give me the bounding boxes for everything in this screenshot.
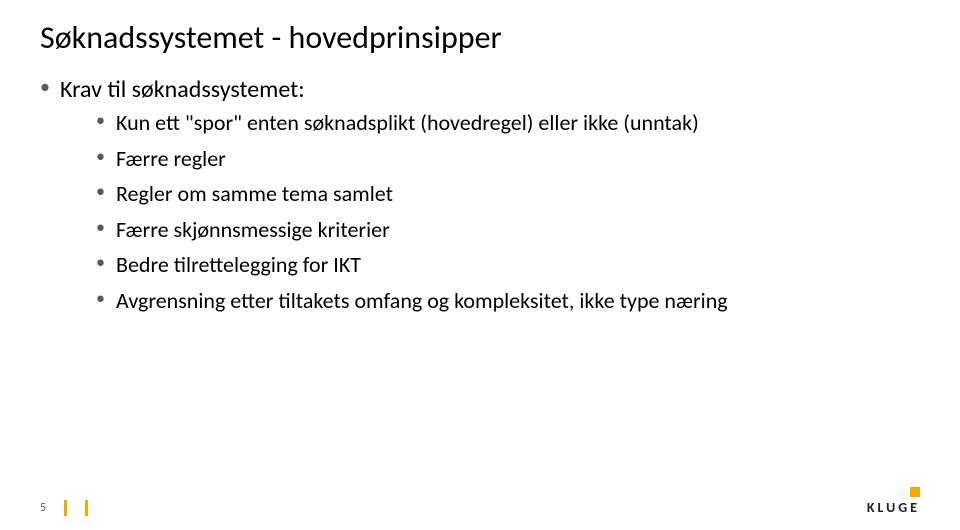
bullet-item: Bedre tilrettelegging for IKT bbox=[96, 251, 920, 279]
logo-text: KLUGE bbox=[867, 499, 920, 516]
slide: Søknadssystemet - hovedprinsipper Krav t… bbox=[0, 0, 960, 530]
bullet-text: Færre regler bbox=[116, 145, 226, 172]
bullet-item: Avgrensning etter tiltakets omfang og ko… bbox=[96, 287, 920, 315]
bullet-item: Færre skjønnsmessige kriterier bbox=[96, 216, 920, 244]
page-number: 5 bbox=[40, 501, 46, 515]
bullet-item: Krav til søknadssystemet: Kun ett "spor"… bbox=[40, 75, 920, 314]
bullet-item: Kun ett "spor" enten søknadsplikt (hoved… bbox=[96, 109, 920, 137]
bullet-text: Krav til søknadssystemet: bbox=[60, 75, 305, 104]
bullet-list-level2: Kun ett "spor" enten søknadsplikt (hoved… bbox=[96, 109, 920, 314]
bullet-text: Kun ett "spor" enten søknadsplikt (hoved… bbox=[116, 109, 699, 136]
bullet-text: Avgrensning etter tiltakets omfang og ko… bbox=[116, 287, 728, 314]
slide-footer: 5 bbox=[40, 500, 88, 516]
footer-tick-icon bbox=[64, 500, 67, 516]
bullet-text: Bedre tilrettelegging for IKT bbox=[116, 251, 361, 278]
footer-tick-icon bbox=[85, 500, 88, 516]
bullet-item: Færre regler bbox=[96, 145, 920, 173]
bullet-text: Regler om samme tema samlet bbox=[116, 180, 393, 207]
slide-title: Søknadssystemet - hovedprinsipper bbox=[40, 18, 920, 57]
bullet-text: Færre skjønnsmessige kriterier bbox=[116, 216, 390, 243]
logo-square-icon bbox=[910, 487, 920, 497]
bullet-item: Regler om samme tema samlet bbox=[96, 180, 920, 208]
brand-logo: KLUGE bbox=[867, 487, 920, 516]
bullet-list-level1: Krav til søknadssystemet: Kun ett "spor"… bbox=[40, 75, 920, 314]
